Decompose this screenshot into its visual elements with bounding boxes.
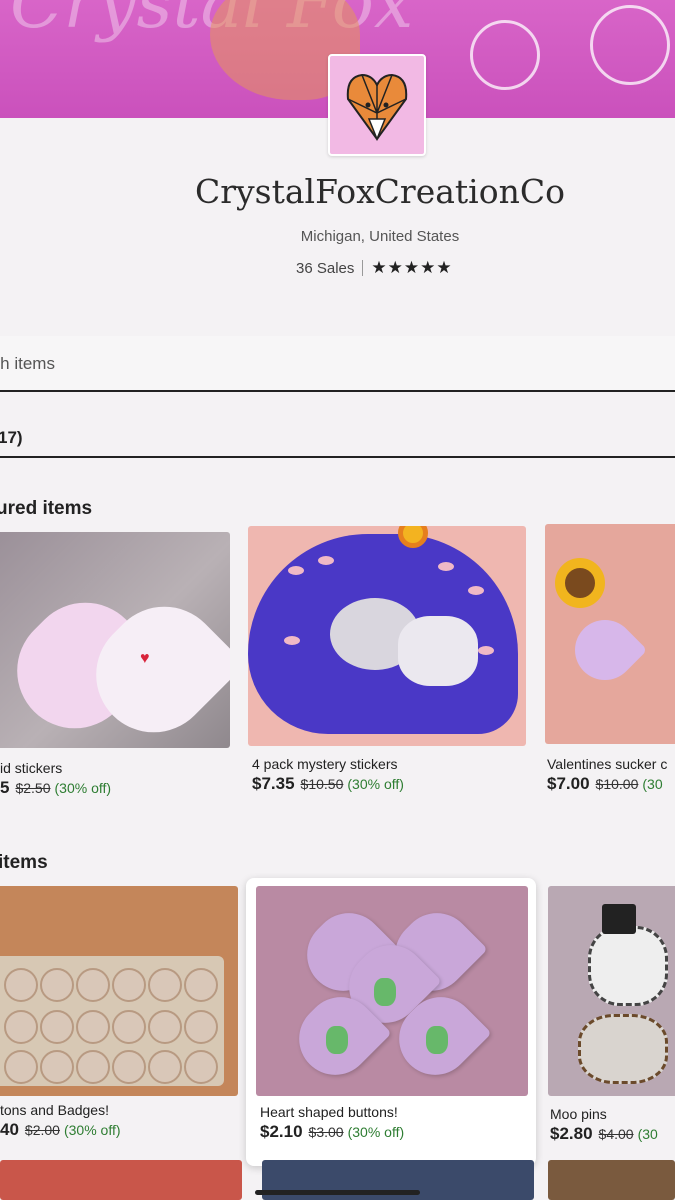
badge-image xyxy=(112,1050,146,1084)
price-row: $7.35 $10.50 (30% off) xyxy=(252,774,404,794)
original-price: $3.00 xyxy=(308,1124,344,1140)
price-row: $2.10 $3.00 (30% off) xyxy=(260,1122,404,1142)
featured-heading: ured items xyxy=(0,498,93,519)
frog-graphic xyxy=(326,1026,348,1054)
shop-logo[interactable] xyxy=(328,54,426,156)
home-indicator[interactable] xyxy=(255,1190,420,1195)
discount-label: (30% off) xyxy=(347,1124,405,1140)
badge-image xyxy=(40,1050,74,1084)
cow-pin-image xyxy=(588,926,668,1006)
listing-title[interactable]: Valentines sucker c xyxy=(547,756,667,772)
sales-count[interactable]: 36 Sales xyxy=(296,260,354,277)
listing-image[interactable] xyxy=(548,1160,675,1200)
listing-card[interactable]: Valentines sucker c $7.00 $10.00 (30 xyxy=(545,524,675,793)
listing-image[interactable] xyxy=(0,886,238,1096)
listing-title[interactable]: id stickers xyxy=(0,760,62,776)
search-bar[interactable]: rch items xyxy=(0,336,675,392)
sale-price: $2.10 xyxy=(260,1122,303,1141)
shop-meta: 36 Sales ★★★★★ xyxy=(296,258,453,278)
listing-title[interactable]: tons and Badges! xyxy=(0,1102,109,1118)
section-count: 17) xyxy=(0,428,23,447)
listing-image[interactable] xyxy=(248,526,526,746)
search-input[interactable]: rch items xyxy=(0,354,55,374)
cow-pin-image xyxy=(578,1014,668,1084)
listing-card[interactable]: 4 pack mystery stickers $7.35 $10.50 (30% … xyxy=(248,526,526,793)
badge-image xyxy=(76,1010,110,1044)
badge-image xyxy=(76,1050,110,1084)
frog-graphic xyxy=(374,978,396,1006)
original-price: $10.50 xyxy=(300,776,344,792)
basket-hole xyxy=(288,566,304,575)
discount-label: (30% off) xyxy=(63,1122,121,1138)
top-hat-icon xyxy=(602,904,636,934)
listing-image[interactable] xyxy=(545,524,675,744)
fox-heart-icon xyxy=(346,73,408,141)
listing-title[interactable]: 4 pack mystery stickers xyxy=(252,756,397,772)
rating-stars[interactable]: ★★★★★ xyxy=(371,258,452,278)
badge-image xyxy=(184,1050,218,1084)
basket-hole xyxy=(284,636,300,645)
badge-image xyxy=(148,968,182,1002)
divider xyxy=(362,260,364,276)
badge-image xyxy=(184,968,218,1002)
items-heading: items xyxy=(0,852,48,873)
shop-name: CrystalFoxCreationCo xyxy=(195,172,565,211)
shop-location: Michigan, United States xyxy=(300,228,460,245)
badge-image xyxy=(148,1050,182,1084)
discount-label: (30% off) xyxy=(347,776,404,792)
flower-icon xyxy=(590,5,670,85)
discount-label: (30 xyxy=(637,1126,658,1142)
sale-price: $7.00 xyxy=(547,774,590,793)
listing-image[interactable] xyxy=(548,886,675,1096)
shop-page: CrystalFoxCreationCo Michigan, United St… xyxy=(0,54,675,1200)
original-price: $10.00 xyxy=(595,776,639,792)
heart-icon: ♥ xyxy=(140,650,150,667)
discount-label: (30% off) xyxy=(54,780,112,796)
original-price: $4.00 xyxy=(598,1126,634,1142)
badge-image xyxy=(184,1010,218,1044)
basket-hole xyxy=(318,556,334,565)
badge-image xyxy=(4,1010,38,1044)
badge-image xyxy=(4,968,38,1002)
sale-price: 40 xyxy=(0,1120,19,1139)
listing-card[interactable]: tons and Badges! 40 $2.00 (30% off) xyxy=(0,886,238,1139)
listing-image[interactable]: ♥ xyxy=(0,532,230,748)
badge-image xyxy=(4,1050,38,1084)
listing-card[interactable]: Heart shaped buttons! $2.10 $3.00 (30% off… xyxy=(246,878,536,1166)
badge-image xyxy=(148,1010,182,1044)
price-row: $2.80 $4.00 (30 xyxy=(550,1124,658,1144)
basket-hole xyxy=(468,586,484,595)
listing-title[interactable]: Heart shaped buttons! xyxy=(260,1104,398,1120)
price-row: $7.00 $10.00 (30 xyxy=(547,774,663,794)
flower-icon xyxy=(555,558,605,608)
listing-image[interactable] xyxy=(256,886,528,1096)
badge-image xyxy=(76,968,110,1002)
basket-hole xyxy=(438,562,454,571)
section-filter[interactable]: 17) xyxy=(0,400,675,458)
badge-image xyxy=(112,968,146,1002)
original-price: $2.50 xyxy=(15,780,51,796)
badge-image xyxy=(40,968,74,1002)
sucker-image xyxy=(562,607,648,693)
frog-graphic xyxy=(426,1026,448,1054)
basket-hole xyxy=(478,646,494,655)
sale-price: $2.80 xyxy=(550,1124,593,1143)
sale-price: 5 xyxy=(0,778,10,797)
listing-card[interactable]: ♥ id stickers 5 $2.50 (30% off) xyxy=(0,532,230,797)
sale-price: $7.35 xyxy=(252,774,295,793)
badge-image xyxy=(40,1010,74,1044)
sticker-pack xyxy=(398,616,478,686)
listing-title[interactable]: Moo pins xyxy=(550,1106,607,1122)
price-row: 5 $2.50 (30% off) xyxy=(0,778,111,798)
listing-image[interactable] xyxy=(0,1160,242,1200)
original-price: $2.00 xyxy=(24,1122,60,1138)
badge-image xyxy=(112,1010,146,1044)
price-row: 40 $2.00 (30% off) xyxy=(0,1120,121,1140)
listing-card[interactable]: Moo pins $2.80 $4.00 (30 xyxy=(548,886,675,1143)
discount-label: (30 xyxy=(642,776,663,792)
flower-icon xyxy=(470,20,540,90)
